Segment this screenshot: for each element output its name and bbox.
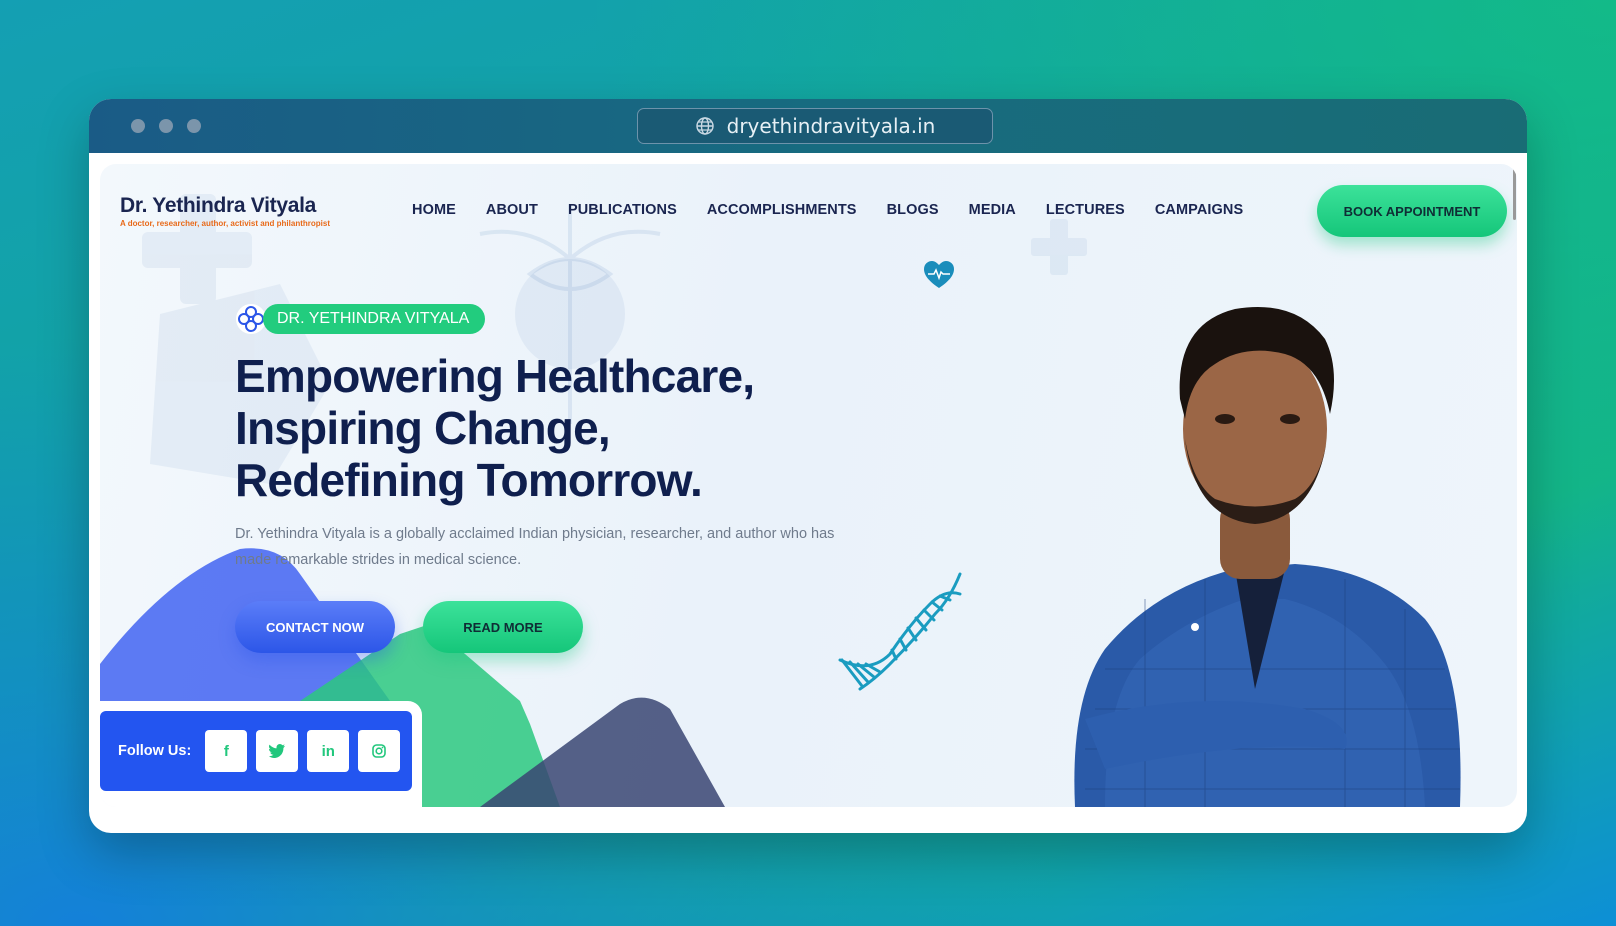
scrollbar[interactable] [1511,164,1517,807]
logo-tagline: A doctor, researcher, author, activist a… [120,219,330,228]
hero-badge: DR. YETHINDRA VITYALA [235,304,486,334]
instagram-icon[interactable] [358,730,401,772]
nav-about[interactable]: ABOUT [486,202,538,218]
hero-title-line: Inspiring Change, [235,402,611,454]
social-panel: Follow Us: f in [100,701,422,807]
window-dot-minimize[interactable] [159,119,173,133]
doctor-portrait [1074,307,1461,807]
dna-helix-icon [838,572,962,691]
address-bar[interactable]: dryethindravityala.in [637,108,993,144]
nav-campaigns[interactable]: CAMPAIGNS [1155,202,1243,218]
nav-accomplishments[interactable]: ACCOMPLISHMENTS [707,202,857,218]
follow-us-label: Follow Us: [118,743,192,759]
website-page: Dr. Yethindra Vityala A doctor, research… [100,164,1517,807]
nav-lectures[interactable]: LECTURES [1046,202,1125,218]
window-dot-maximize[interactable] [187,119,201,133]
twitter-icon[interactable] [256,730,299,772]
book-appointment-button[interactable]: BOOK APPOINTMENT [1317,185,1507,237]
hero-description: Dr. Yethindra Vityala is a globally accl… [235,526,835,568]
nav-media[interactable]: MEDIA [969,202,1016,218]
window-dot-close[interactable] [131,119,145,133]
browser-window: dryethindravityala.in Dr. Yethindra Vity… [89,99,1527,833]
logo-name: Dr. Yethindra Vityala [120,194,317,217]
contact-now-button[interactable]: CONTACT NOW [235,601,395,653]
url-text: dryethindravityala.in [726,114,936,138]
nav-home[interactable]: HOME [412,202,456,218]
follow-us-bar: Follow Us: f in [100,711,412,791]
globe-icon [695,117,714,135]
scrollbar-thumb[interactable] [1513,166,1516,220]
hero-title-line: Empowering Healthcare, [235,350,755,402]
browser-titlebar: dryethindravityala.in [89,99,1527,153]
nav-publications[interactable]: PUBLICATIONS [568,202,677,218]
facebook-icon[interactable]: f [205,730,248,772]
linkedin-icon[interactable]: in [307,730,350,772]
read-more-button[interactable]: READ MORE [423,601,583,653]
hero-badge-label: DR. YETHINDRA VITYALA [263,304,486,334]
main-nav: HOME ABOUT PUBLICATIONS ACCOMPLISHMENTS … [412,202,1243,218]
hero-title-line: Redefining Tomorrow. [235,454,703,506]
hero-title: Empowering Healthcare, Inspiring Change,… [235,350,875,506]
heart-pulse-icon [924,261,954,288]
nav-blogs[interactable]: BLOGS [887,202,939,218]
site-logo[interactable]: Dr. Yethindra Vityala A doctor, research… [120,194,330,228]
